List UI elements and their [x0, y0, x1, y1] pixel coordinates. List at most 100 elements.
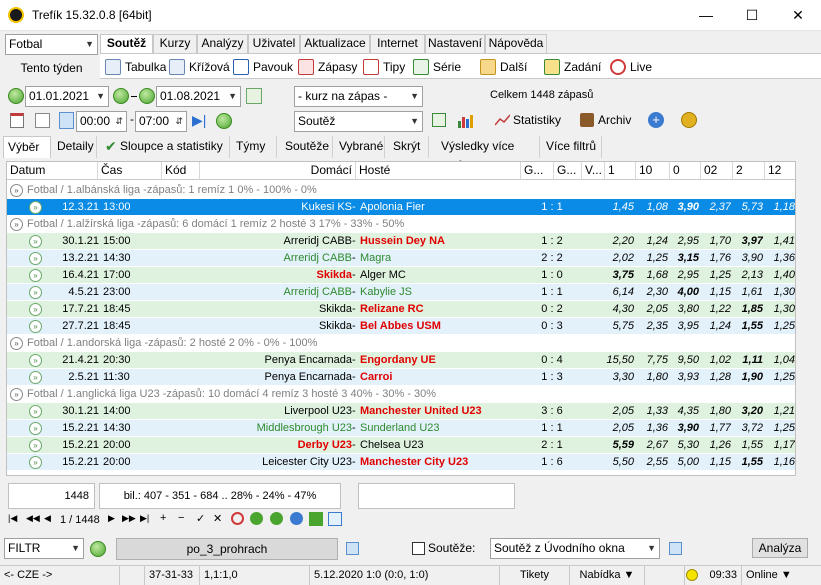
close-button[interactable]: ✕ — [775, 0, 821, 30]
collapse-icon[interactable]: » — [10, 388, 23, 401]
tickets-button[interactable]: Tikety — [500, 566, 570, 585]
group-row[interactable]: » Fotbal / 1.albánská liga -zápasů: 1 rem… — [7, 182, 795, 199]
add-icon[interactable]: + — [648, 112, 664, 128]
calendar-icon[interactable] — [10, 113, 24, 128]
row-arrow-icon[interactable]: » — [29, 371, 42, 384]
row-arrow-icon[interactable]: » — [29, 422, 42, 435]
export-icon[interactable] — [328, 512, 342, 526]
input-button[interactable]: Zadání — [544, 58, 601, 76]
column-header[interactable]: V... — [582, 162, 605, 180]
subtab-vysledky[interactable]: Výsledky více filtrů — [437, 136, 540, 173]
table-row[interactable]: » 12.3.21 13:00 Kukesi KS - Apolonia Fier 1 : … — [7, 199, 795, 216]
more-button[interactable]: Další — [480, 58, 527, 76]
table-row[interactable]: » 21.4.21 20:30 Penya Encarnada - Engordany U… — [7, 352, 795, 369]
collapse-icon[interactable]: » — [10, 218, 23, 231]
column-header[interactable]: Čas — [98, 162, 162, 180]
this-week-button[interactable]: Tento týden — [5, 58, 98, 78]
language-selector[interactable]: <- CZE -> — [0, 566, 120, 585]
bracket-button[interactable]: Pavouk — [233, 58, 293, 76]
filter-confirm-icon[interactable] — [90, 541, 106, 557]
live-button[interactable]: Live — [610, 58, 652, 76]
date-to-next-icon[interactable] — [246, 88, 262, 104]
nav-post-icon[interactable]: ✓ — [196, 512, 205, 525]
tab-uzivatel[interactable]: Uživatel — [248, 34, 300, 53]
collapse-icon[interactable]: » — [10, 337, 23, 350]
date-from-prev-icon[interactable] — [8, 88, 24, 104]
minimize-button[interactable]: — — [683, 0, 729, 30]
subtab-vybrane[interactable]: Vybrané — [335, 136, 385, 158]
column-header[interactable]: G... — [554, 162, 582, 180]
confirm-icon[interactable] — [216, 113, 232, 129]
online-menu[interactable]: Online ▼ — [742, 566, 821, 585]
table-row[interactable]: » 15.2.21 20:00 Derby U23- Chelsea U23 2 : 1 5… — [7, 437, 795, 454]
tab-napoveda[interactable]: Nápověda — [485, 34, 547, 53]
nav-next-page-icon[interactable]: ▶▶ — [122, 513, 136, 524]
nav-green2-icon[interactable] — [270, 512, 283, 525]
series-button[interactable]: Série — [413, 58, 461, 76]
last-time-icon[interactable]: ▶| — [192, 112, 206, 129]
table-row[interactable]: » 4.5.21 23:00 Arreridj CABB - Kabylie JS 1 : … — [7, 284, 795, 301]
cross-button[interactable]: Křížová — [169, 58, 230, 76]
first-time-icon[interactable] — [59, 112, 74, 129]
nav-prev-page-icon[interactable]: ◀◀ — [26, 513, 40, 524]
table-export-icon[interactable] — [432, 113, 446, 127]
date-to-prev-icon[interactable] — [139, 88, 155, 104]
group-row[interactable]: » Fotbal / 1.anglická liga U23 -zápasů: 1… — [7, 386, 795, 403]
time-from-field[interactable]: 00:00 ⇵ — [76, 111, 127, 132]
subtab-vice-filtru[interactable]: Více filtrů — [542, 136, 602, 158]
column-header[interactable]: Datum — [7, 162, 98, 180]
tab-soutez[interactable]: Soutěž — [100, 34, 153, 54]
row-arrow-icon[interactable]: » — [29, 235, 42, 248]
column-header[interactable]: 2 — [733, 162, 765, 180]
filter-select[interactable]: FILTR ▼ — [4, 538, 84, 559]
table-row[interactable]: » 16.4.21 17:00 Skikda - Alger MC 1 : 0 3,75 1,6… — [7, 267, 795, 284]
subtab-skryt[interactable]: Skrýt — [389, 136, 429, 158]
collapse-icon[interactable]: » — [10, 184, 23, 197]
row-arrow-icon[interactable]: » — [29, 439, 42, 452]
nav-green-icon[interactable] — [250, 512, 263, 525]
subtab-tymy[interactable]: Týmy — [232, 136, 277, 158]
subtab-sloupce[interactable]: ✔ Sloupce a statistiky — [100, 136, 230, 158]
coins-icon[interactable] — [681, 112, 697, 128]
nav-last-icon[interactable]: ▶| — [140, 513, 149, 524]
offer-menu[interactable]: Nabídka ▼ — [570, 566, 645, 585]
table-row[interactable]: » 2.5.21 11:30 Penya Encarnada - Carroi 1 : 3 3… — [7, 369, 795, 386]
competitions-select[interactable]: Soutěž z Úvodního okna ▼ — [490, 538, 660, 559]
table-row[interactable]: » 27.7.21 18:45 Skikda - Bel Abbes USM 0 : 3 5,… — [7, 318, 795, 335]
subtab-vyber[interactable]: Výběr — [3, 136, 51, 158]
row-arrow-icon[interactable]: » — [29, 354, 42, 367]
nav-prev-icon[interactable]: ◀ — [44, 513, 51, 524]
competitions-checkbox[interactable] — [412, 542, 425, 555]
filter-apply-icon[interactable] — [346, 542, 359, 555]
date-from-field[interactable]: 01.01.2021 ▼ — [25, 86, 109, 107]
analyze-button[interactable]: Analýza — [752, 538, 808, 558]
table-row[interactable]: » 15.2.21 20:00 Leicester City U23- Manchest… — [7, 454, 795, 471]
statistics-button[interactable]: Statistiky — [495, 113, 561, 127]
column-header[interactable]: 12 — [765, 162, 795, 180]
nav-delete-icon[interactable]: − — [178, 512, 184, 524]
column-header[interactable]: 02 — [701, 162, 733, 180]
column-header[interactable]: Kód — [162, 162, 200, 180]
table-row[interactable]: » 17.7.21 18:45 Skikda - Relizane RC 0 : 2 4,30… — [7, 301, 795, 318]
odds-filter-select[interactable]: - kurz na zápas - ▼ — [294, 86, 423, 107]
column-header[interactable]: 1 — [605, 162, 636, 180]
gear-icon[interactable] — [290, 512, 303, 525]
subtab-souteze[interactable]: Soutěže — [281, 136, 333, 158]
table-row[interactable]: » 30.1.21 14:00 Liverpool U23- Manchester Un… — [7, 403, 795, 420]
bar-chart-icon[interactable] — [457, 113, 473, 128]
date-from-next-icon[interactable] — [113, 88, 129, 104]
tab-analyzy[interactable]: Analýzy — [197, 34, 248, 53]
time-to-field[interactable]: 07:00 ⇵ — [135, 111, 187, 132]
tips-button[interactable]: Tipy — [363, 58, 405, 76]
nav-first-icon[interactable]: |◀ — [8, 513, 17, 524]
table-row[interactable]: » 15.2.21 14:30 Middlesbrough U23- Sunderlan… — [7, 420, 795, 437]
tab-kurzy[interactable]: Kurzy — [153, 34, 197, 53]
table-button[interactable]: Tabulka — [105, 58, 166, 76]
nav-next-icon[interactable]: ▶ — [108, 513, 115, 524]
row-arrow-icon[interactable]: » — [29, 303, 42, 316]
date-to-field[interactable]: 01.08.2021 ▼ — [156, 86, 241, 107]
column-header[interactable]: Hosté — [356, 162, 521, 180]
column-header[interactable]: Domácí — [200, 162, 356, 180]
row-arrow-icon[interactable]: » — [29, 201, 42, 214]
nav-add-icon[interactable]: + — [160, 512, 166, 524]
